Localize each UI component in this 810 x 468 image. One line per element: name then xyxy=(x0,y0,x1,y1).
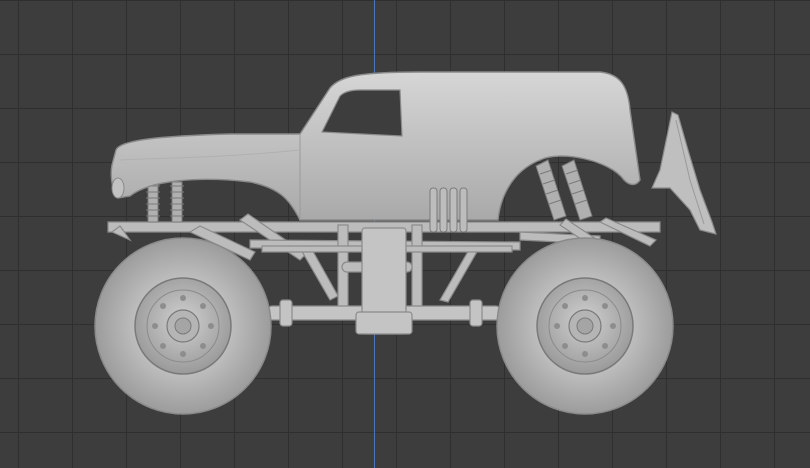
front-wheel xyxy=(94,237,272,415)
rear-wheel xyxy=(496,237,674,415)
3d-viewport[interactable] xyxy=(0,0,810,468)
rear-flag xyxy=(651,111,717,235)
monster-truck-model[interactable] xyxy=(0,0,810,468)
front-coil-springs xyxy=(146,181,184,223)
rear-coil-springs xyxy=(535,159,593,221)
